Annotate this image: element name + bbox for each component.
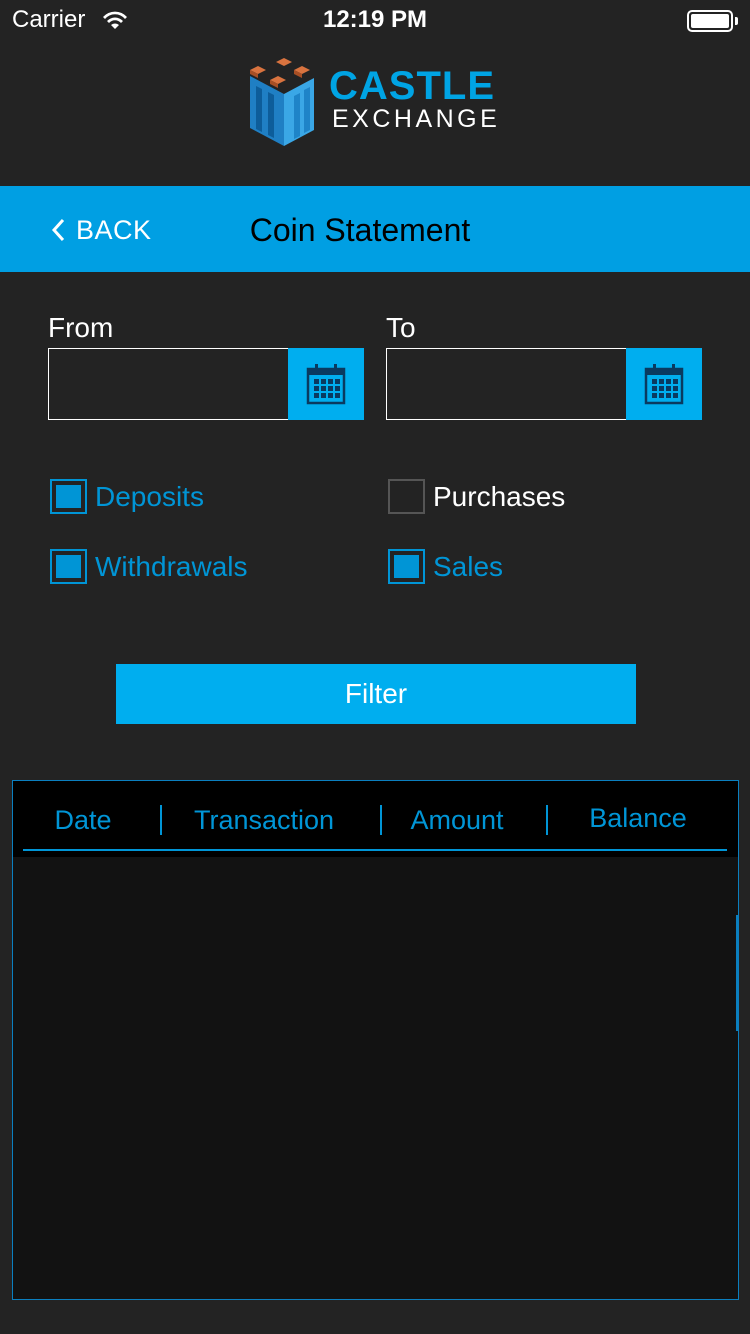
header-underline (23, 849, 727, 851)
battery-icon (687, 10, 733, 32)
column-divider (160, 805, 162, 835)
deposits-checkbox[interactable]: Deposits (50, 479, 204, 514)
purchases-label: Purchases (433, 480, 566, 512)
filter-button[interactable]: Filter (116, 664, 636, 724)
to-date-input[interactable] (387, 349, 627, 419)
battery-tip (735, 17, 738, 25)
from-date-input[interactable] (49, 349, 289, 419)
page-title: Coin Statement (249, 212, 471, 248)
calendar-icon (306, 364, 346, 405)
withdrawals-label: Withdrawals (95, 550, 248, 582)
from-calendar-button[interactable] (288, 348, 364, 420)
to-date-field (386, 348, 702, 420)
sales-checkbox[interactable]: Sales (388, 549, 503, 584)
statement-table[interactable]: Date Transaction Amount Balance (12, 780, 739, 1300)
column-divider (380, 805, 382, 835)
to-calendar-button[interactable] (626, 348, 702, 420)
castle-logo-icon (250, 58, 314, 146)
status-bar: Carrier 12:19 PM (0, 0, 750, 40)
column-header-amount[interactable]: Amount (393, 805, 521, 836)
from-label: From (48, 312, 114, 343)
calendar-icon (644, 364, 684, 405)
nav-bar: BACK Coin Statement (0, 186, 750, 272)
withdrawals-checkbox[interactable]: Withdrawals (50, 549, 247, 584)
logo-subtitle: EXCHANGE (332, 105, 501, 133)
sales-checkbox-box[interactable] (388, 549, 425, 584)
deposits-checkbox-box[interactable] (50, 479, 87, 514)
column-header-date[interactable]: Date (23, 805, 143, 836)
sales-label: Sales (433, 550, 504, 582)
purchases-checkbox[interactable]: Purchases (388, 479, 565, 514)
from-date-field (48, 348, 364, 420)
scrollbar[interactable] (736, 915, 738, 1031)
status-time: 12:19 PM (322, 6, 428, 33)
withdrawals-checkbox-box[interactable] (50, 549, 87, 584)
logo-title: CASTLE (329, 64, 495, 108)
castle-exchange-logo: CASTLE EXCHANGE (248, 56, 508, 148)
deposits-label: Deposits (95, 480, 204, 512)
to-label: To (386, 312, 416, 343)
column-header-balance[interactable]: Balance (568, 803, 708, 834)
column-header-transaction[interactable]: Transaction (173, 805, 355, 836)
table-header: Date Transaction Amount Balance (13, 781, 738, 857)
column-divider (546, 805, 548, 835)
purchases-checkbox-box[interactable] (388, 479, 425, 514)
battery-level (691, 14, 729, 28)
